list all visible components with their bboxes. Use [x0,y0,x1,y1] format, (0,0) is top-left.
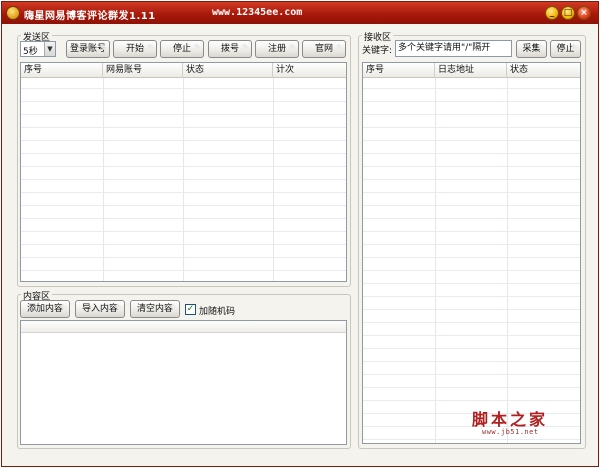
watermark-url: www.jb51.net [482,428,539,436]
column-divider [273,78,274,281]
stop-collect-button[interactable]: 停止 [550,40,581,58]
random-code-label[interactable]: 加随机码 [199,304,235,317]
column-divider [103,78,104,281]
minimize-icon: _ [549,8,555,18]
col-netease-account[interactable]: 网易账号 [103,63,183,78]
minimize-button[interactable]: _ [545,6,559,20]
start-button[interactable]: 开始 [113,40,157,58]
app-logo-icon [6,6,20,20]
col-status[interactable]: 状态 [507,63,581,78]
column-divider [183,78,184,281]
maximize-icon: □ [563,8,573,18]
login-account-button[interactable]: 登录账号 [66,40,110,58]
col-index[interactable]: 序号 [21,63,103,78]
collect-button[interactable]: 采集 [516,40,547,58]
register-button[interactable]: 注册 [255,40,299,58]
col-status[interactable]: 状态 [183,63,273,78]
col-count[interactable]: 计次 [273,63,347,78]
stop-send-button[interactable]: 停止 [160,40,204,58]
clear-content-button[interactable]: 清空内容 [130,300,180,318]
account-table-header: 序号 网易账号 状态 计次 [21,63,346,78]
col-index[interactable]: 序号 [363,63,435,78]
column-divider [435,78,436,443]
app-window: 嗨星网易博客评论群发1.11 www.12345ee.com _ □ × 发送区… [1,1,599,467]
window-title: 嗨星网易博客评论群发1.11 [24,11,156,22]
official-site-button[interactable]: 官网 [302,40,346,58]
title-bar[interactable]: 嗨星网易博客评论群发1.11 www.12345ee.com _ □ × [2,2,598,24]
log-table-header: 序号 日志地址 状态 [363,63,580,78]
dial-button[interactable]: 拨号 [208,40,252,58]
site-watermark: 脚本之家 www.jb51.net [472,406,549,436]
title-url: www.12345ee.com [212,7,303,18]
col-log-address[interactable]: 日志地址 [435,63,507,78]
maximize-button[interactable]: □ [561,6,575,20]
content-textarea[interactable] [20,320,347,445]
chevron-down-icon[interactable]: ▼ [44,42,55,56]
add-content-button[interactable]: 添加内容 [20,300,70,318]
account-table[interactable]: 序号 网易账号 状态 计次 [20,62,347,282]
interval-select[interactable]: 5秒 ▼ [20,41,56,57]
close-icon: × [580,8,588,18]
content-textarea-header [21,321,346,333]
receive-area-label: 接收区 [362,30,394,43]
keyword-label: 关键字: [362,46,393,56]
watermark-text: 脚本之家 [472,410,549,429]
interval-value: 5秒 [23,47,38,57]
close-button[interactable]: × [577,6,591,20]
import-content-button[interactable]: 导入内容 [75,300,125,318]
column-divider [507,78,508,443]
log-table[interactable]: 序号 日志地址 状态 [362,62,581,444]
keyword-input[interactable]: 多个关键字请用"/"隔开 [395,40,512,57]
random-code-checkbox[interactable]: ✓ [185,304,196,315]
